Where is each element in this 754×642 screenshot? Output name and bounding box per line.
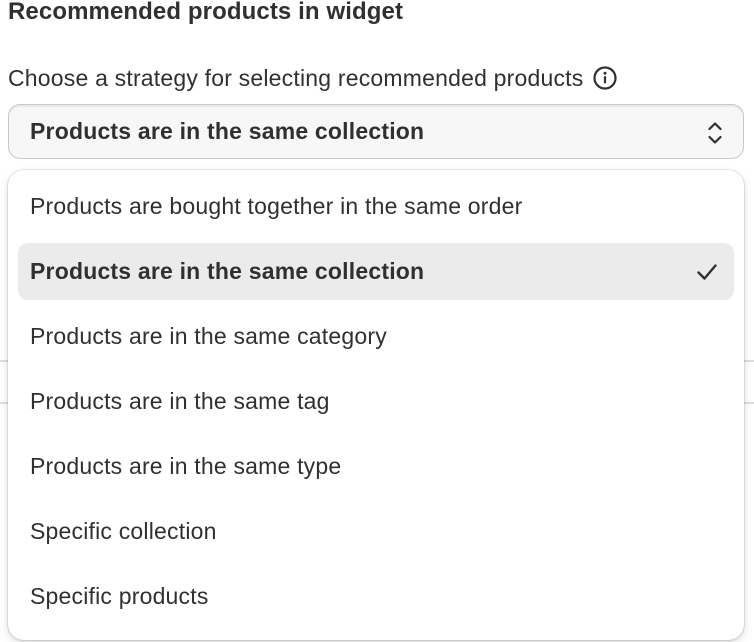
recommendation-settings-panel: Recommended products in widget Choose a …: [0, 0, 754, 642]
option-same-type[interactable]: Products are in the same type: [18, 438, 734, 495]
strategy-dropdown-menu: Products are bought together in the same…: [8, 170, 744, 640]
option-label: Specific products: [30, 583, 209, 609]
option-label: Products are in the same type: [30, 453, 342, 479]
strategy-selected-value: Products are in the same collection: [30, 118, 425, 144]
option-label: Products are in the same category: [30, 323, 387, 349]
option-label: Products are in the same tag: [30, 388, 330, 414]
option-specific-collection[interactable]: Specific collection: [18, 503, 734, 560]
option-same-category[interactable]: Products are in the same category: [18, 308, 734, 365]
section-title: Recommended products in widget: [8, 0, 404, 25]
info-circle-icon[interactable]: [591, 64, 619, 92]
option-same-collection[interactable]: Products are in the same collection: [18, 243, 734, 300]
option-same-tag[interactable]: Products are in the same tag: [18, 373, 734, 430]
option-label: Products are in the same collection: [30, 258, 425, 284]
option-label: Specific collection: [30, 518, 217, 544]
chevron-up-down-icon: [705, 119, 725, 147]
strategy-label-row: Choose a strategy for selecting recommen…: [8, 64, 619, 92]
option-bought-together[interactable]: Products are bought together in the same…: [18, 178, 734, 235]
option-specific-products[interactable]: Specific products: [18, 568, 734, 625]
strategy-label: Choose a strategy for selecting recommen…: [8, 64, 584, 91]
strategy-select[interactable]: Products are in the same collection: [8, 104, 744, 159]
checkmark-icon: [696, 261, 718, 281]
option-label: Products are bought together in the same…: [30, 193, 523, 219]
